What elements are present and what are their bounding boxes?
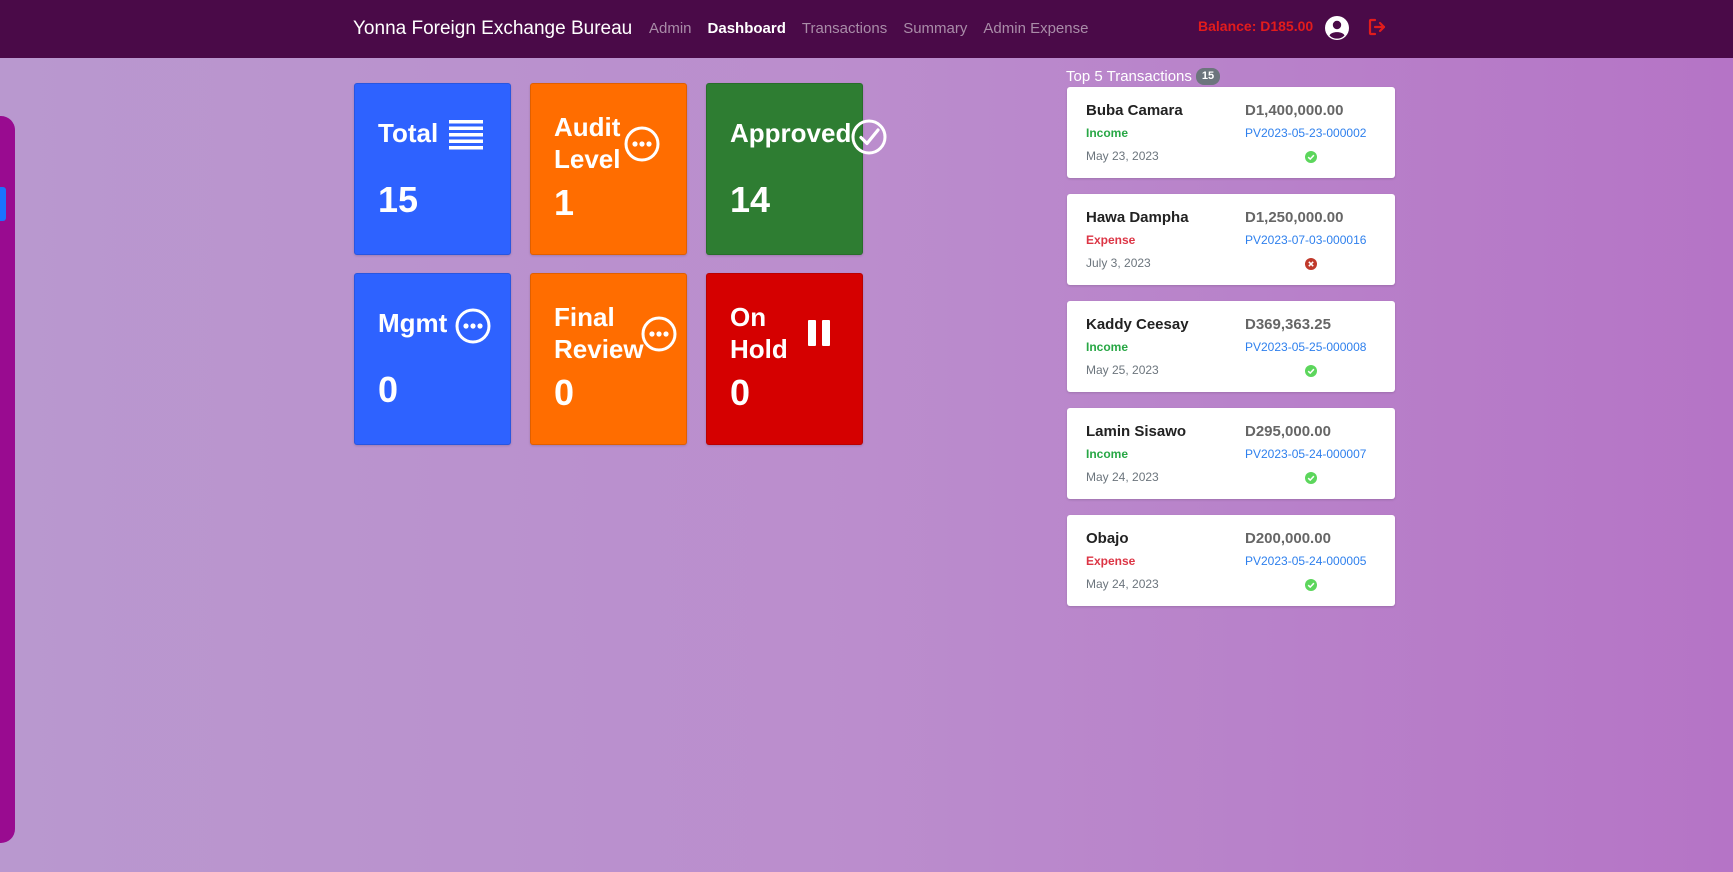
nav-link-summary[interactable]: Summary (903, 20, 967, 37)
card-label-line2: Level (554, 144, 621, 174)
logout-icon[interactable] (1367, 17, 1387, 37)
transaction-reference-link[interactable]: PV2023-07-03-000016 (1245, 233, 1366, 247)
card-final-review[interactable]: Final Review 0 (530, 273, 687, 445)
transaction-amount: D1,400,000.00 (1245, 102, 1344, 119)
transaction-date: May 24, 2023 (1086, 470, 1159, 484)
top-transactions-heading: Top 5 Transactions (1066, 68, 1192, 85)
card-count: 0 (554, 372, 575, 413)
card-count: 15 (378, 179, 419, 220)
brand-title[interactable]: Yonna Foreign Exchange Bureau (353, 18, 632, 40)
transaction-type: Expense (1086, 233, 1136, 247)
transaction-amount: D200,000.00 (1245, 530, 1331, 547)
check-circle-icon (851, 119, 887, 155)
transaction-card[interactable]: Hawa Dampha Expense July 3, 2023 D1,250,… (1067, 194, 1395, 285)
balance-display: Balance: D185.00 (1198, 18, 1314, 34)
nav-link-admin[interactable]: Admin (649, 20, 692, 37)
card-label-line2: Review (554, 334, 644, 364)
card-label: Total (378, 118, 439, 148)
transaction-amount: D295,000.00 (1245, 423, 1331, 440)
count-badge: 15 (1195, 68, 1221, 85)
card-label: Approved (730, 118, 852, 148)
transaction-type: Income (1086, 126, 1129, 140)
approved-check-icon (1305, 151, 1317, 163)
transaction-amount: D1,250,000.00 (1245, 209, 1344, 226)
transaction-card[interactable]: Lamin Sisawo Income May 24, 2023 D295,00… (1067, 408, 1395, 499)
transaction-reference-link[interactable]: PV2023-05-23-000002 (1245, 126, 1366, 140)
nav-link-transactions[interactable]: Transactions (802, 20, 887, 37)
approved-check-icon (1305, 472, 1317, 484)
approved-check-icon (1305, 365, 1317, 377)
card-label: Mgmt (378, 308, 448, 338)
card-on-hold[interactable]: On Hold 0 (706, 273, 863, 445)
more-circle-icon (641, 316, 677, 352)
side-panel (0, 116, 15, 843)
nav-links: Admin Dashboard Transactions Summary Adm… (649, 20, 1088, 37)
pause-icon (808, 320, 830, 346)
card-count: 0 (730, 372, 751, 413)
transaction-date: May 23, 2023 (1086, 149, 1159, 163)
list-icon (449, 120, 483, 150)
transaction-name: Hawa Dampha (1086, 209, 1189, 226)
card-count: 14 (730, 179, 771, 220)
transaction-type: Expense (1086, 554, 1136, 568)
transaction-name: Obajo (1086, 530, 1129, 547)
top-transactions-title: Top 5 Transactions 15 (1066, 68, 1221, 85)
top-navbar: Yonna Foreign Exchange Bureau Admin Dash… (0, 0, 1733, 58)
card-audit-level[interactable]: Audit Level 1 (530, 83, 687, 255)
transaction-name: Kaddy Ceesay (1086, 316, 1189, 333)
card-mgmt[interactable]: Mgmt 0 (354, 273, 511, 445)
more-circle-icon (455, 308, 491, 344)
side-panel-active-marker[interactable] (0, 187, 6, 221)
nav-link-dashboard[interactable]: Dashboard (708, 20, 786, 37)
transaction-reference-link[interactable]: PV2023-05-25-000008 (1245, 340, 1366, 354)
transaction-reference-link[interactable]: PV2023-05-24-000007 (1245, 447, 1366, 461)
transaction-amount: D369,363.25 (1245, 316, 1331, 333)
card-label-line1: Final (554, 302, 615, 332)
rejected-x-icon (1305, 258, 1317, 270)
transaction-date: May 25, 2023 (1086, 363, 1159, 377)
transaction-card[interactable]: Kaddy Ceesay Income May 25, 2023 D369,36… (1067, 301, 1395, 392)
card-label-line1: Audit (554, 112, 621, 142)
user-icon[interactable] (1325, 16, 1349, 40)
transaction-date: July 3, 2023 (1086, 256, 1151, 270)
card-total[interactable]: Total 15 (354, 83, 511, 255)
transaction-card[interactable]: Buba Camara Income May 23, 2023 D1,400,0… (1067, 87, 1395, 178)
nav-link-admin-expense[interactable]: Admin Expense (983, 20, 1088, 37)
card-count: 1 (554, 182, 575, 223)
transaction-type: Income (1086, 447, 1129, 461)
card-approved[interactable]: Approved 14 (706, 83, 887, 255)
transaction-date: May 24, 2023 (1086, 577, 1159, 591)
transaction-card[interactable]: Obajo Expense May 24, 2023 D200,000.00 P… (1067, 515, 1395, 606)
transaction-reference-link[interactable]: PV2023-05-24-000005 (1245, 554, 1366, 568)
card-label-line2: Hold (730, 334, 788, 364)
transaction-name: Lamin Sisawo (1086, 423, 1187, 440)
transaction-name: Buba Camara (1086, 102, 1183, 119)
card-count: 0 (378, 369, 399, 410)
more-circle-icon (624, 126, 660, 162)
approved-check-icon (1305, 579, 1317, 591)
transaction-type: Income (1086, 340, 1129, 354)
card-label-line1: On (730, 302, 767, 332)
